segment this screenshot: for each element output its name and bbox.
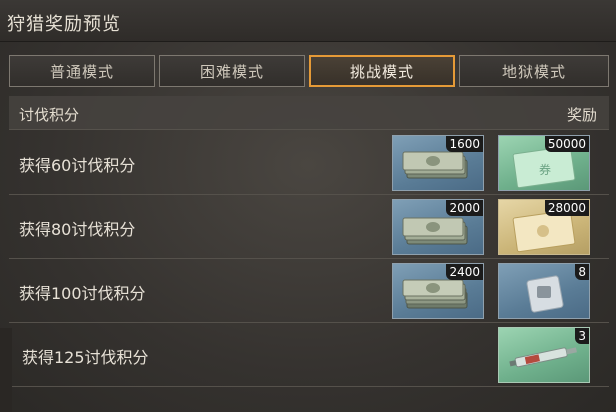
rewards-column-header: 奖励 — [566, 106, 597, 124]
reward-slot[interactable]: 3 — [498, 327, 590, 383]
reward-slot[interactable]: 28000 — [498, 199, 590, 255]
title-bar: 狩猎奖励预览 — [0, 0, 616, 42]
reward-row-label: 获得125讨伐积分 — [22, 348, 149, 367]
points-column-header: 讨伐积分 — [19, 106, 80, 124]
reward-slot[interactable]: 券 50000 — [498, 135, 590, 191]
reward-row-label: 获得100讨伐积分 — [19, 284, 146, 303]
reward-count: 2000 — [446, 200, 483, 216]
panel-title: 狩猎奖励预览 — [7, 14, 121, 35]
tab-normal-mode[interactable]: 普通模式 — [9, 55, 155, 87]
reward-count: 2400 — [446, 264, 483, 280]
reward-row: 获得125讨伐积分 3 — [12, 323, 609, 387]
reward-row-label: 获得80讨伐积分 — [19, 220, 136, 239]
reward-table-header: 讨伐积分 奖励 — [9, 96, 609, 130]
svg-text:券: 券 — [539, 162, 551, 177]
reward-row-label: 获得60讨伐积分 — [19, 156, 136, 175]
reward-count: 50000 — [544, 136, 589, 152]
hunt-reward-preview-panel: 狩猎奖励预览 普通模式 困难模式 挑战模式 地狱模式 讨伐积分 奖励 获得60讨… — [0, 0, 616, 412]
reward-row: 获得100讨伐积分 2400 8 — [9, 259, 609, 323]
tab-hard-mode[interactable]: 困难模式 — [159, 55, 305, 87]
reward-slot[interactable]: 2400 — [392, 263, 484, 319]
tab-hell-mode[interactable]: 地狱模式 — [459, 55, 609, 87]
reward-slot[interactable]: 1600 — [392, 135, 484, 191]
reward-row: 获得60讨伐积分 1600 券 50000 — [9, 131, 609, 195]
difficulty-tabs: 普通模式 困难模式 挑战模式 地狱模式 — [9, 55, 609, 87]
reward-row: 获得80讨伐积分 2000 28000 — [9, 195, 609, 259]
reward-count: 28000 — [544, 200, 589, 216]
reward-slot[interactable]: 8 — [498, 263, 590, 319]
tab-challenge-mode[interactable]: 挑战模式 — [309, 55, 455, 87]
reward-slot[interactable]: 2000 — [392, 199, 484, 255]
reward-count: 1600 — [446, 136, 483, 152]
panel-left-decoration — [0, 328, 12, 412]
reward-count: 3 — [575, 328, 589, 344]
reward-count: 8 — [575, 264, 589, 280]
